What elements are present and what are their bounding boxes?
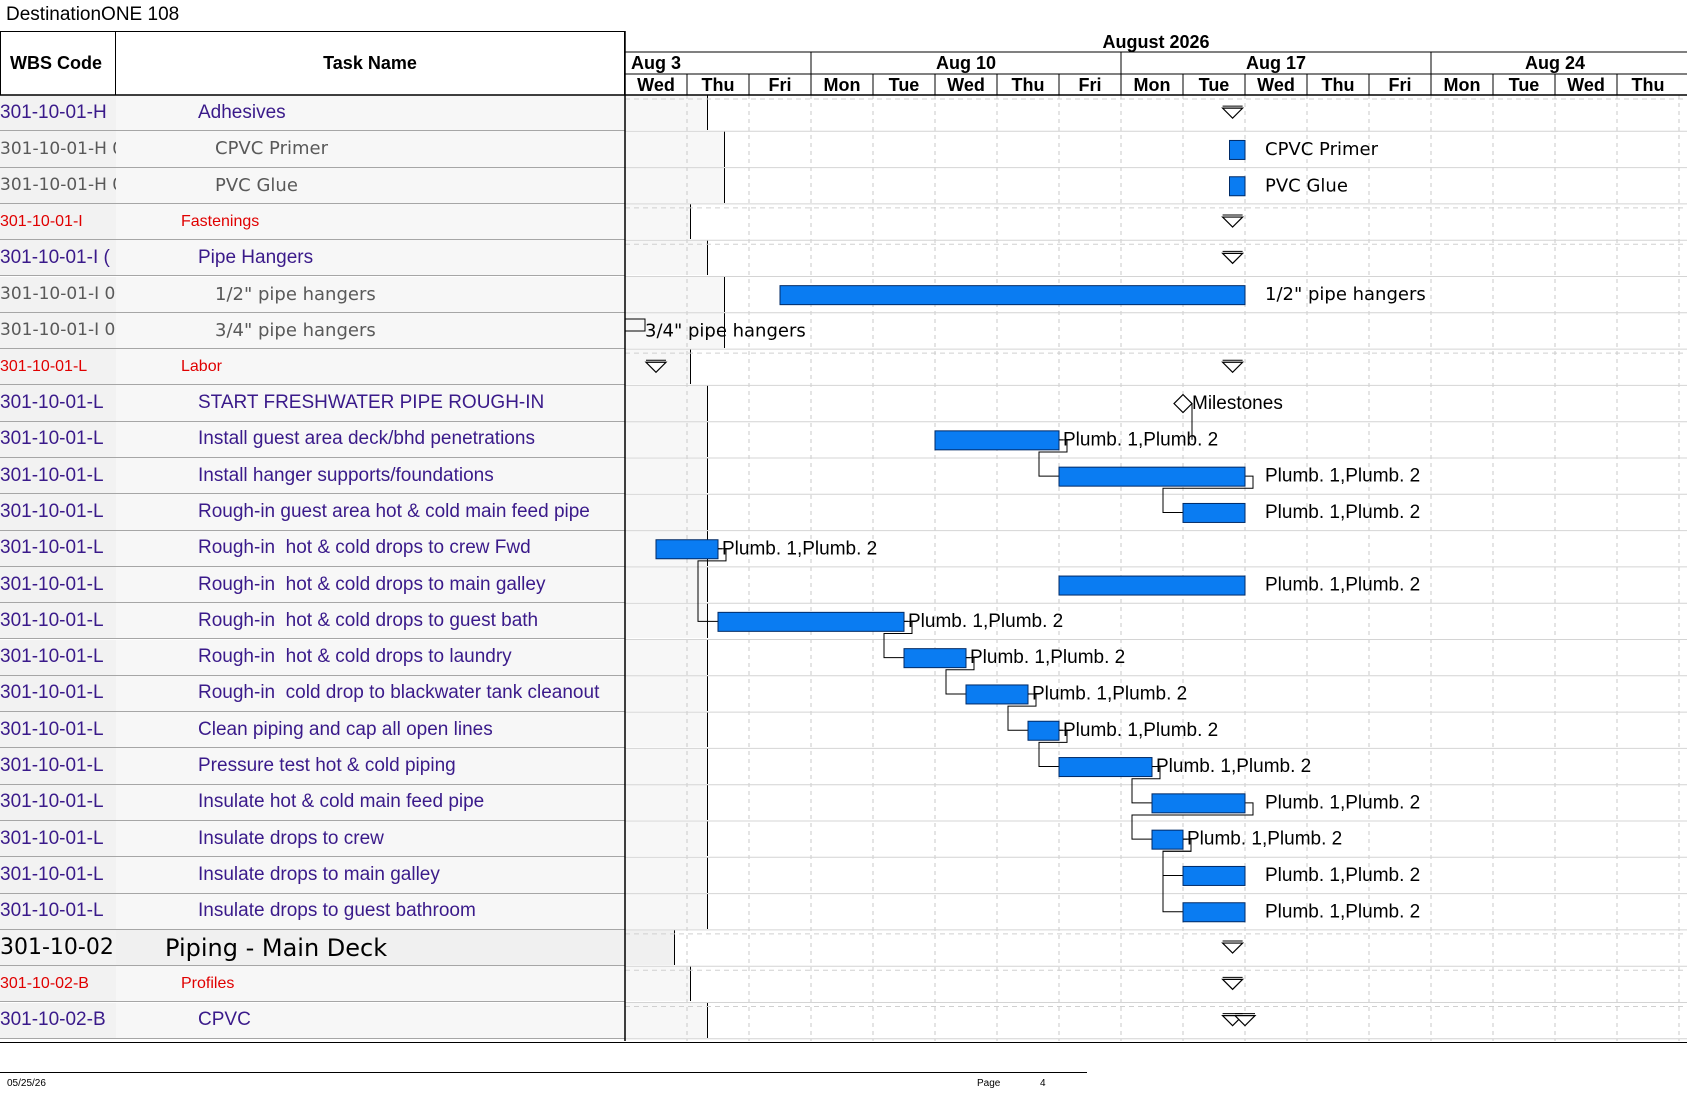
footer-date: 05/25/26 [7,1078,46,1089]
task-bar-label: Plumb. 1,Plumb. 2 [1063,720,1218,741]
task-bar [1229,139,1246,160]
task-bar [934,430,1060,451]
milestone-label: Milestones [1192,393,1283,414]
task-bar-label: PVC Glue [1265,175,1348,196]
milestone-diamond-icon [1173,393,1193,414]
summary-marker-icon [1221,252,1245,265]
task-bar [903,648,967,669]
day-label: Tue [1509,75,1540,95]
day-label: Tue [889,75,920,95]
week-label: Aug 10 [936,53,996,73]
task-bar-label: Plumb. 1,Plumb. 2 [1265,502,1420,523]
task-bar [779,285,1246,306]
task-bar-label: Plumb. 1,Plumb. 2 [1265,575,1420,596]
day-label: Tue [1199,75,1230,95]
task-bar-label: Plumb. 1,Plumb. 2 [908,611,1063,632]
footer-page-number: 4 [1040,1078,1046,1089]
summary-marker-icon [1221,942,1245,954]
day-label: Fri [768,75,791,95]
task-bar [1058,466,1246,487]
day-label: Mon [1134,75,1171,95]
summary-marker-icon [1221,216,1245,228]
label-leader [625,318,646,332]
month-label: August 2026 [1102,32,1209,52]
day-label: Fri [1078,75,1101,95]
task-bar [1182,902,1246,923]
task-bar-label: Plumb. 1,Plumb. 2 [1063,429,1218,450]
week-label: Aug 24 [1525,53,1585,73]
task-bar [1058,575,1246,596]
task-bar-label: Plumb. 1,Plumb. 2 [1265,792,1420,813]
task-bar [1151,829,1184,850]
day-label: Thu [702,75,735,95]
gantt-chart: August 2026Aug 3 Aug 10 Aug 17 Aug 24Wed Thu… [0,31,1687,1041]
footer-page-label: Page [977,1078,1001,1089]
day-label: Mon [824,75,861,95]
task-bar-label: Plumb. 1,Plumb. 2 [1187,829,1342,850]
task-bar-label: Plumb. 1,Plumb. 2 [1265,865,1420,886]
task-bar-label: Plumb. 1,Plumb. 2 [722,538,877,559]
task-bar-label: Plumb. 1,Plumb. 2 [1265,901,1420,922]
summary-marker-icon [1221,978,1245,991]
day-label: Thu [1322,75,1355,95]
day-label: Thu [1012,75,1045,95]
task-bar-label: 1/2" pipe hangers [1265,284,1426,305]
task-bar-label: 3/4" pipe hangers [645,320,806,341]
task-bar [1229,176,1246,197]
task-bar-label: Plumb. 1,Plumb. 2 [1032,683,1187,704]
task-bar [717,611,905,632]
task-bar-label: Plumb. 1,Plumb. 2 [1265,466,1420,487]
task-bar [1151,793,1246,814]
summary-marker-icon [1221,107,1245,119]
task-bar [1182,865,1246,886]
task-bar [655,539,719,560]
summary-marker-icon [644,361,668,374]
day-label: Wed [1567,75,1605,95]
day-label: Thu [1632,75,1665,95]
day-label: Mon [1444,75,1481,95]
task-bar-label: Plumb. 1,Plumb. 2 [970,647,1125,668]
day-label: Fri [1388,75,1411,95]
summary-marker-icon [1221,361,1245,374]
task-bar [965,684,1029,705]
task-bar [1058,757,1153,778]
dependency-link [697,548,727,622]
day-label: Wed [947,75,985,95]
day-label: Wed [637,75,675,95]
week-label: Aug 17 [1246,53,1306,73]
task-bar-label: CPVC Primer [1265,139,1379,160]
task-bar-label: Plumb. 1,Plumb. 2 [1156,756,1311,777]
week-label: Aug 3 [631,53,681,73]
footer-divider [0,1072,1087,1073]
task-bar [1027,720,1060,741]
day-label: Wed [1257,75,1295,95]
task-bar [1182,502,1246,523]
